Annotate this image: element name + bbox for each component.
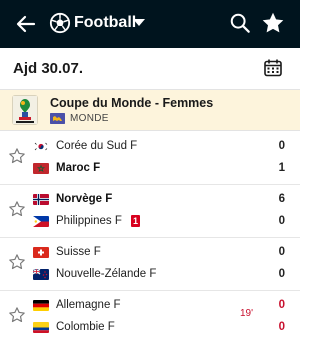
star-icon[interactable] — [261, 11, 285, 35]
team-name: Suisse F — [56, 246, 101, 258]
team-score: 0 — [278, 299, 285, 311]
switzerland-flag — [33, 247, 49, 258]
away-team: Philippines F 1 0 — [33, 213, 295, 231]
caret-down-icon[interactable] — [133, 19, 145, 26]
calendar-icon[interactable] — [263, 58, 283, 78]
red-card-badge: 1 — [131, 215, 140, 227]
south-korea-flag — [33, 141, 49, 152]
football-icon[interactable] — [49, 12, 71, 34]
world-flag-icon — [50, 113, 65, 124]
morocco-flag — [33, 163, 49, 174]
match-row[interactable]: Allemagne F 0 19' Colombie F 0 — [0, 291, 300, 342]
team-score: 0 — [278, 246, 285, 258]
team-name: Philippines F — [56, 215, 122, 227]
star-outline-icon[interactable] — [8, 147, 26, 165]
home-team: Corée du Sud F 0 — [33, 138, 295, 156]
match-row[interactable]: Corée du Sud F 0 Maroc F 1 — [0, 132, 300, 185]
current-date: Ajd 30.07. — [13, 60, 84, 77]
home-team: Norvège F 6 — [33, 191, 295, 209]
home-team: Allemagne F 0 — [33, 297, 295, 315]
philippines-flag — [33, 216, 49, 227]
away-team: Colombie F 0 — [33, 319, 295, 337]
germany-flag — [33, 300, 49, 311]
star-outline-icon[interactable] — [8, 200, 26, 218]
team-name: Colombie F — [56, 321, 115, 333]
star-outline-icon[interactable] — [8, 253, 26, 271]
match-row[interactable]: Norvège F 6 Philippines F 1 0 — [0, 185, 300, 238]
search-icon[interactable] — [229, 12, 251, 34]
away-team: Maroc F 1 — [33, 160, 295, 178]
app-header: Football — [0, 0, 300, 48]
team-score: 0 — [278, 140, 285, 152]
team-name: Norvège F — [56, 193, 113, 205]
sport-selector-label[interactable]: Football — [74, 13, 136, 33]
home-team: Suisse F 0 — [33, 244, 295, 262]
league-logo — [12, 95, 38, 125]
date-bar: Ajd 30.07. — [0, 48, 300, 90]
team-name: Maroc F — [56, 162, 101, 174]
star-outline-icon[interactable] — [8, 306, 26, 324]
team-name: Nouvelle-Zélande F — [56, 268, 157, 280]
away-team: Nouvelle-Zélande F 0 — [33, 266, 295, 284]
team-name: Allemagne F — [56, 299, 121, 311]
trophy-icon — [13, 96, 37, 124]
team-score: 6 — [278, 193, 285, 205]
team-score: 0 — [278, 215, 285, 227]
match-row[interactable]: Suisse F 0 Nouvelle-Zélande F 0 — [0, 238, 300, 291]
norway-flag — [33, 194, 49, 205]
colombia-flag — [33, 322, 49, 333]
team-score: 1 — [278, 162, 285, 174]
new-zealand-flag — [33, 269, 49, 280]
team-name: Corée du Sud F — [56, 140, 138, 152]
team-score: 0 — [278, 321, 285, 333]
league-region: MONDE — [70, 113, 109, 124]
league-name: Coupe du Monde - Femmes — [50, 96, 214, 110]
team-score: 0 — [278, 268, 285, 280]
arrow-left-icon[interactable] — [14, 12, 38, 36]
league-header[interactable]: Coupe du Monde - Femmes MONDE — [0, 90, 300, 131]
